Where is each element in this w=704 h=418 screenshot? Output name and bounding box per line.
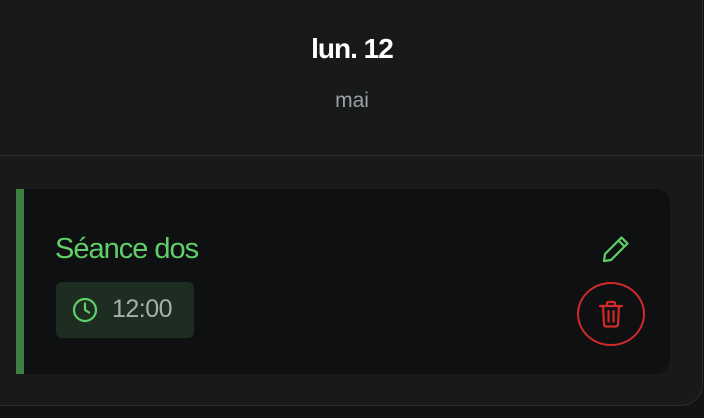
pencil-icon — [602, 236, 629, 263]
event-title: Séance dos — [55, 233, 199, 265]
edit-event-button[interactable] — [598, 231, 634, 267]
clock-icon — [72, 297, 98, 323]
trash-icon — [598, 300, 624, 328]
day-header: lun. 12 mai — [0, 0, 704, 156]
delete-event-button[interactable] — [577, 282, 645, 346]
time-badge: 12:00 — [56, 282, 194, 338]
event-time: 12:00 — [112, 295, 173, 323]
day-month: mai — [335, 89, 369, 112]
event-card[interactable]: Séance dos 12:00 — [16, 189, 670, 374]
day-title: lun. 12 — [311, 33, 394, 64]
